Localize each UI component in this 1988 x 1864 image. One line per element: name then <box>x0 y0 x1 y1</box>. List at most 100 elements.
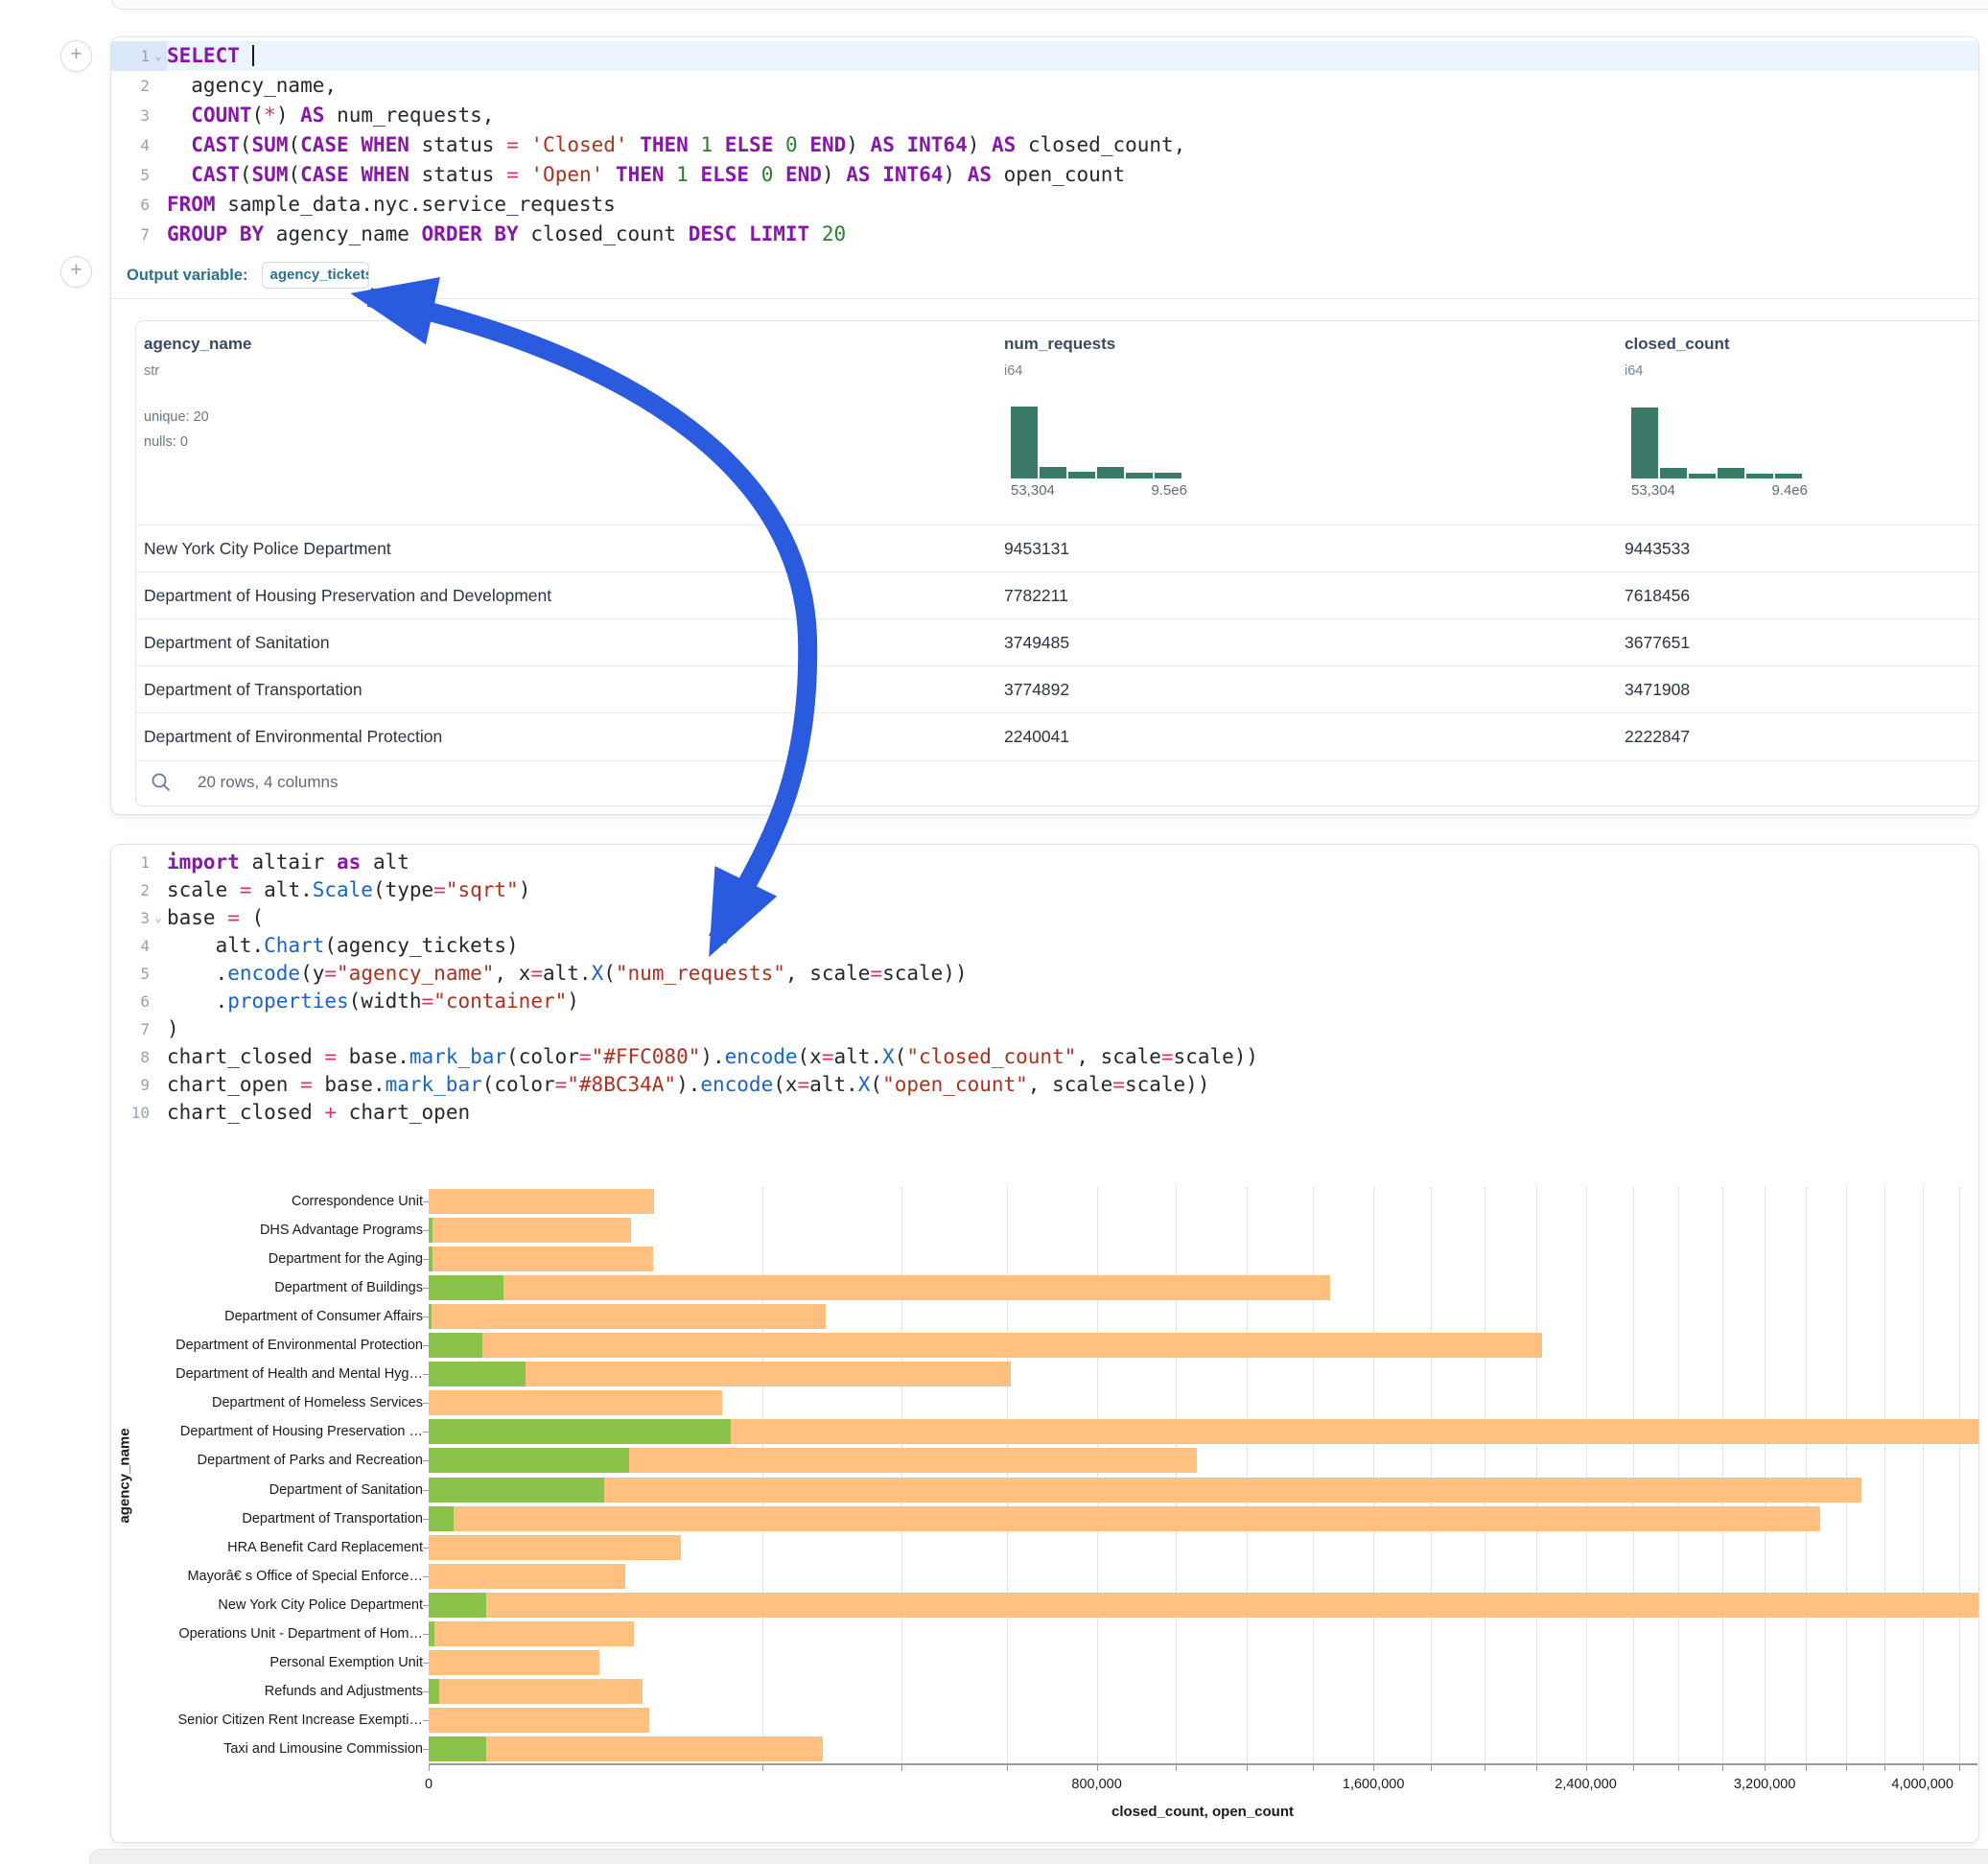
gutter-spacer <box>150 849 167 876</box>
bar-open <box>429 1448 629 1473</box>
bar-closed <box>429 1247 653 1271</box>
gutter-spacer <box>150 101 167 130</box>
code-line[interactable]: 4 alt.Chart(agency_tickets) <box>111 932 1978 960</box>
code-text: .encode(y="agency_name", x=alt.X("num_re… <box>167 960 1978 988</box>
y-axis-label: Department of Housing Preservation … <box>180 1424 423 1439</box>
code-line[interactable]: 7GROUP BY agency_name ORDER BY closed_co… <box>111 220 1978 249</box>
code-line[interactable]: 8chart_closed = base.mark_bar(color="#FF… <box>111 1043 1978 1071</box>
x-axis-tick <box>1586 1765 1587 1771</box>
table-row[interactable]: Department of Transportation377489234719… <box>136 665 1979 713</box>
x-axis-tick <box>1536 1765 1537 1771</box>
y-axis-tick <box>423 1374 429 1375</box>
code-line[interactable]: 1import altair as alt <box>111 849 1978 876</box>
x-axis-tick <box>1959 1765 1960 1771</box>
table-cell: 3677651 <box>1625 619 1690 666</box>
histogram-bar <box>1746 474 1773 478</box>
line-number: 7 <box>111 1015 150 1043</box>
histogram-bar <box>1068 472 1095 478</box>
add-cell-button[interactable]: + <box>60 40 92 72</box>
code-line[interactable]: 6 .properties(width="container") <box>111 988 1978 1015</box>
gutter-spacer <box>150 932 167 960</box>
y-axis-label: Refunds and Adjustments <box>265 1684 423 1699</box>
add-cell-button[interactable]: + <box>60 256 92 288</box>
histogram-bar <box>1689 474 1716 478</box>
table-cell: 3749485 <box>1004 619 1069 666</box>
x-axis-tick <box>1431 1765 1432 1771</box>
search-icon[interactable] <box>150 771 173 794</box>
code-line[interactable]: 1⌄SELECT <box>111 41 1978 71</box>
code-line[interactable]: 4 CAST(SUM(CASE WHEN status = 'Closed' T… <box>111 130 1978 160</box>
bar-closed <box>429 1304 826 1329</box>
next-cell-edge <box>89 1849 1988 1864</box>
code-line[interactable]: 6FROM sample_data.nyc.service_requests <box>111 190 1978 220</box>
x-axis-tick <box>762 1765 763 1771</box>
bar-open <box>429 1304 432 1329</box>
bar-open <box>429 1333 482 1358</box>
grid-line <box>1431 1187 1432 1763</box>
table-row[interactable]: Department of Environmental Protection22… <box>136 712 1979 761</box>
code-line[interactable]: 3⌄base = ( <box>111 904 1978 932</box>
code-line[interactable]: 5 .encode(y="agency_name", x=alt.X("num_… <box>111 960 1978 988</box>
column-header-num_requests: num_requestsi6453,3049.5e6 <box>1004 321 1618 524</box>
python-code-editor[interactable]: 1import altair as alt2scale = alt.Scale(… <box>111 845 1978 1133</box>
table-row[interactable]: New York City Police Department945313194… <box>136 524 1979 572</box>
code-line[interactable]: 10chart_closed + chart_open <box>111 1099 1978 1127</box>
code-line[interactable]: 9chart_open = base.mark_bar(color="#8BC3… <box>111 1071 1978 1099</box>
sql-code-editor[interactable]: 1⌄SELECT 2 agency_name,3 COUNT(*) AS num… <box>111 37 1978 253</box>
x-axis-tick <box>1373 1765 1374 1771</box>
histogram-min-label: 53,304 <box>1631 482 1675 499</box>
code-line[interactable]: 2 agency_name, <box>111 71 1978 101</box>
code-line[interactable]: 7) <box>111 1015 1978 1043</box>
x-axis-tick <box>1313 1765 1314 1771</box>
bar-open <box>429 1736 486 1761</box>
output-variable-input[interactable]: agency_tickets <box>262 262 369 289</box>
line-number: 5 <box>111 160 150 190</box>
bar-open <box>429 1275 503 1300</box>
gutter-spacer <box>150 876 167 904</box>
fold-chevron-icon[interactable]: ⌄ <box>150 41 167 71</box>
y-axis-tick <box>423 1548 429 1549</box>
line-number: 7 <box>111 220 150 249</box>
y-axis-tick <box>423 1720 429 1721</box>
code-text: base = ( <box>167 904 1978 932</box>
gutter-spacer <box>150 960 167 988</box>
bar-open <box>429 1679 439 1704</box>
line-gutter: 7 <box>111 220 167 249</box>
y-axis-label: DHS Advantage Programs <box>260 1223 423 1238</box>
bar-closed <box>429 1478 1861 1503</box>
y-axis-tick <box>423 1490 429 1491</box>
fold-chevron-icon[interactable]: ⌄ <box>150 904 167 932</box>
histogram-bar <box>1775 474 1802 478</box>
x-tick-label: 3,200,000 <box>1734 1777 1796 1792</box>
y-axis-label: Taxi and Limousine Commission <box>223 1741 423 1757</box>
y-axis-tick <box>423 1634 429 1635</box>
table-row[interactable]: Department of Housing Preservation and D… <box>136 571 1979 619</box>
line-gutter: 6 <box>111 190 167 220</box>
bar-closed <box>429 1593 1979 1618</box>
histogram-bar <box>1155 473 1181 478</box>
code-text: chart_open = base.mark_bar(color="#8BC34… <box>167 1071 1978 1099</box>
bar-closed <box>429 1650 599 1675</box>
histogram-range-labels: 53,3049.4e6 <box>1631 482 1808 499</box>
code-line[interactable]: 2scale = alt.Scale(type="sqrt") <box>111 876 1978 904</box>
code-text: COUNT(*) AS num_requests, <box>167 101 1978 130</box>
altair-chart: agency_name closed_count, open_count Cor… <box>111 1132 1978 1842</box>
y-axis-label: Senior Citizen Rent Increase Exempti… <box>178 1713 423 1728</box>
bar-open <box>429 1593 486 1618</box>
x-axis-tick <box>1765 1765 1766 1771</box>
table-row[interactable]: Department of Sanitation37494853677651 <box>136 618 1979 666</box>
bar-open <box>429 1506 454 1531</box>
bar-open <box>429 1247 433 1271</box>
table-cell: 9453131 <box>1004 525 1069 572</box>
bar-closed <box>429 1189 654 1214</box>
grid-line <box>1959 1187 1960 1763</box>
bar-closed <box>429 1621 634 1646</box>
y-axis-label: Department of Environmental Protection <box>175 1338 423 1353</box>
table-cell: 9443533 <box>1625 525 1690 572</box>
line-gutter: 4 <box>111 130 167 160</box>
bar-closed <box>429 1506 1820 1531</box>
line-number: 10 <box>111 1099 150 1127</box>
table-footer: 20 rows, 4 columns <box>136 760 338 804</box>
code-line[interactable]: 5 CAST(SUM(CASE WHEN status = 'Open' THE… <box>111 160 1978 190</box>
code-line[interactable]: 3 COUNT(*) AS num_requests, <box>111 101 1978 130</box>
